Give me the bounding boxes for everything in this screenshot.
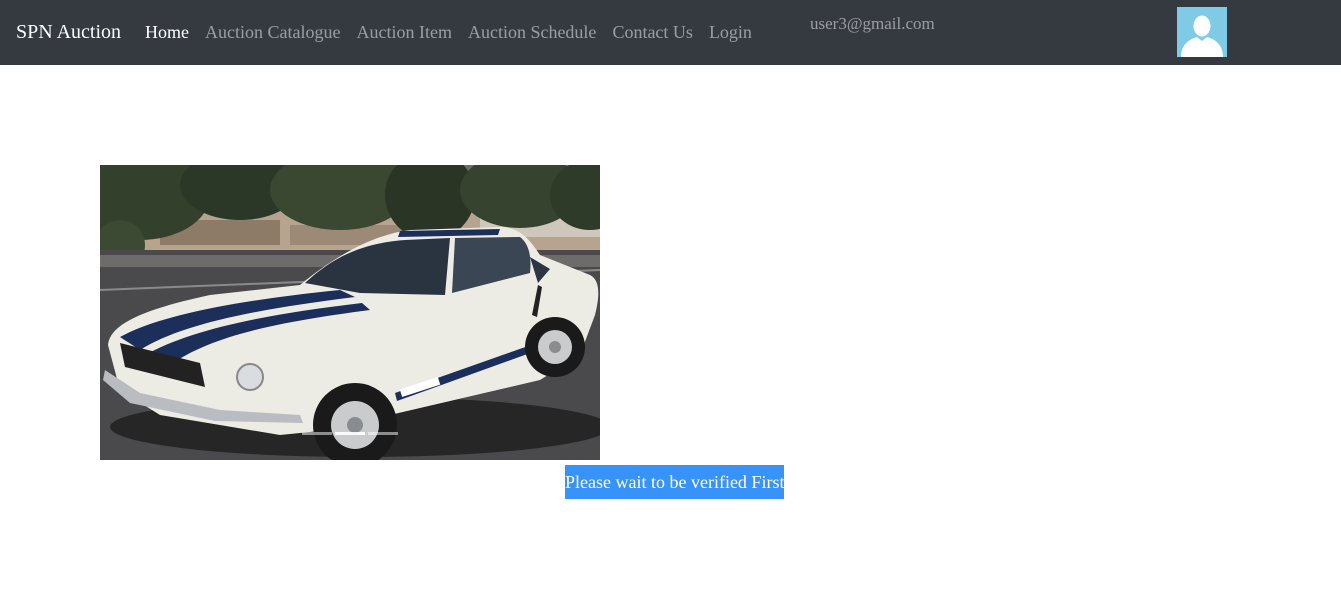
car-image-carousel[interactable] [100,165,600,460]
nav-link-home[interactable]: Home [137,20,197,44]
nav-link-auction-schedule[interactable]: Auction Schedule [460,20,604,44]
carousel-indicator-1[interactable] [302,432,332,435]
user-avatar-icon[interactable] [1177,7,1227,57]
verification-status-button[interactable]: Please wait to be verified First [565,465,784,499]
nav-link-login[interactable]: Login [701,20,760,44]
carousel-indicator-2[interactable] [335,432,365,435]
user-email: user3@gmail.com [810,14,935,33]
nav-link-auction-catalogue[interactable]: Auction Catalogue [197,20,348,44]
car-photo [100,165,600,460]
nav-links: Home Auction Catalogue Auction Item Auct… [137,20,760,44]
carousel-indicator-3[interactable] [368,432,398,435]
nav-link-auction-item[interactable]: Auction Item [348,20,459,44]
nav-link-contact-us[interactable]: Contact Us [604,20,701,44]
brand-link[interactable]: SPN Auction [16,20,121,44]
top-navbar: SPN Auction Home Auction Catalogue Aucti… [0,0,1341,65]
carousel-indicators [100,432,600,435]
